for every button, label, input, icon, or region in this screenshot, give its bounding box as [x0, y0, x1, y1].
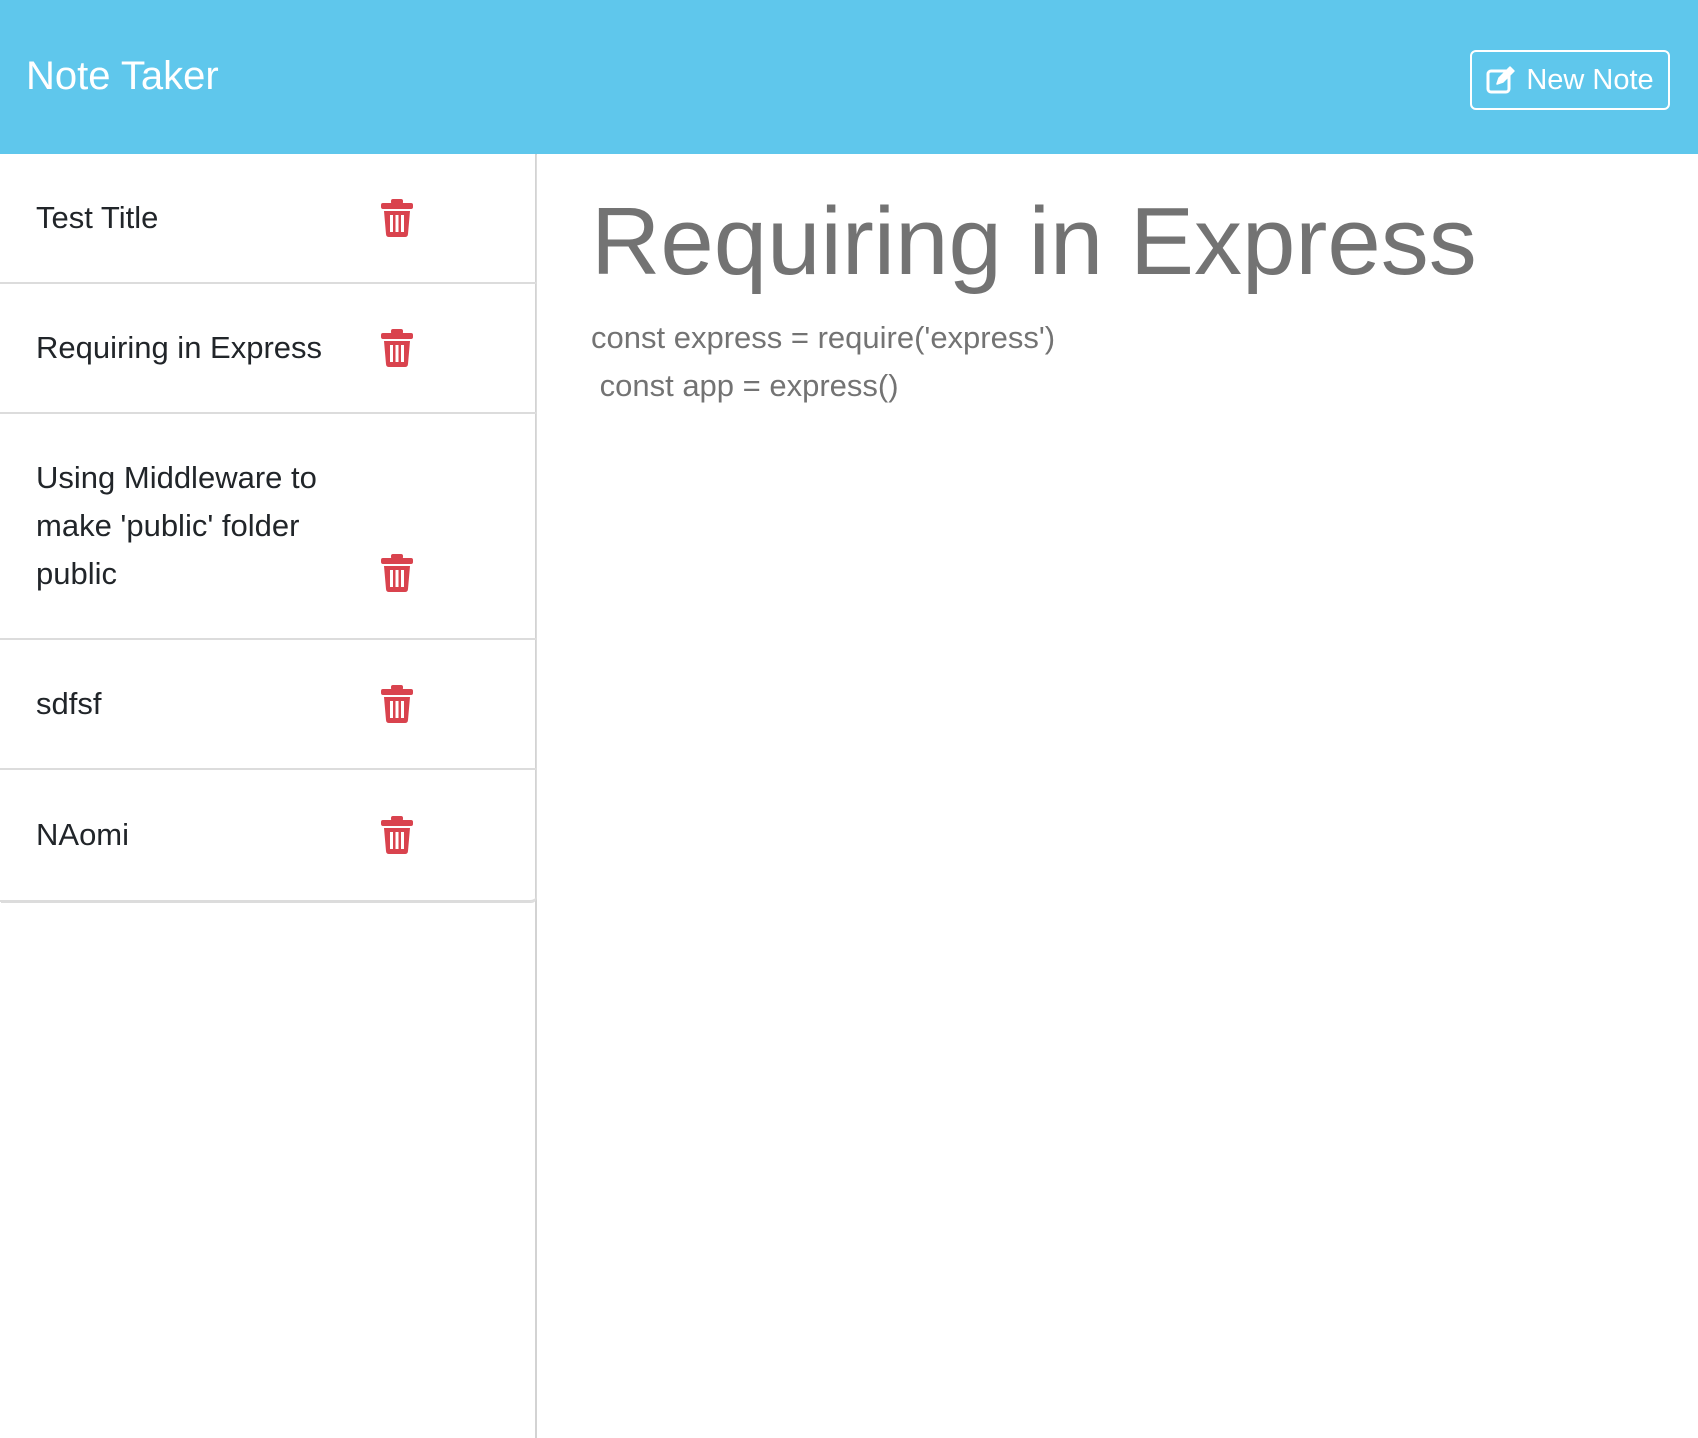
note-title: sdfsf — [36, 686, 102, 721]
list-item[interactable]: Requiring in Express — [0, 284, 536, 414]
trash-icon[interactable] — [380, 685, 414, 723]
note-sidebar: Test Title Requiring in Express Using Mi… — [0, 154, 537, 1438]
note-title-input[interactable]: Requiring in Express — [591, 182, 1477, 302]
pen-to-square-icon — [1486, 65, 1516, 95]
app-brand[interactable]: Note Taker — [26, 52, 219, 100]
list-item[interactable]: NAomi — [0, 770, 536, 900]
list-item[interactable]: Test Title — [0, 154, 536, 284]
trash-icon[interactable] — [380, 816, 414, 854]
note-title: Test Title — [36, 200, 159, 235]
navbar: Note Taker New Note — [0, 0, 1698, 154]
list-item[interactable]: Using Middleware to make 'public' folder… — [0, 414, 536, 640]
note-editor: Requiring in Express const express = req… — [537, 154, 1698, 1438]
new-note-button[interactable]: New Note — [1470, 50, 1670, 110]
note-list: Test Title Requiring in Express Using Mi… — [0, 154, 536, 902]
note-title: Using Middleware to make 'public' folder… — [36, 460, 317, 591]
note-title: Requiring in Express — [36, 330, 323, 365]
trash-icon[interactable] — [380, 199, 414, 237]
trash-icon[interactable] — [380, 554, 414, 592]
note-text-area[interactable]: const express = require('express') const… — [591, 314, 1055, 410]
trash-icon[interactable] — [380, 329, 414, 367]
list-item[interactable]: sdfsf — [0, 640, 536, 770]
note-title: NAomi — [36, 817, 130, 852]
new-note-label: New Note — [1526, 63, 1654, 96]
